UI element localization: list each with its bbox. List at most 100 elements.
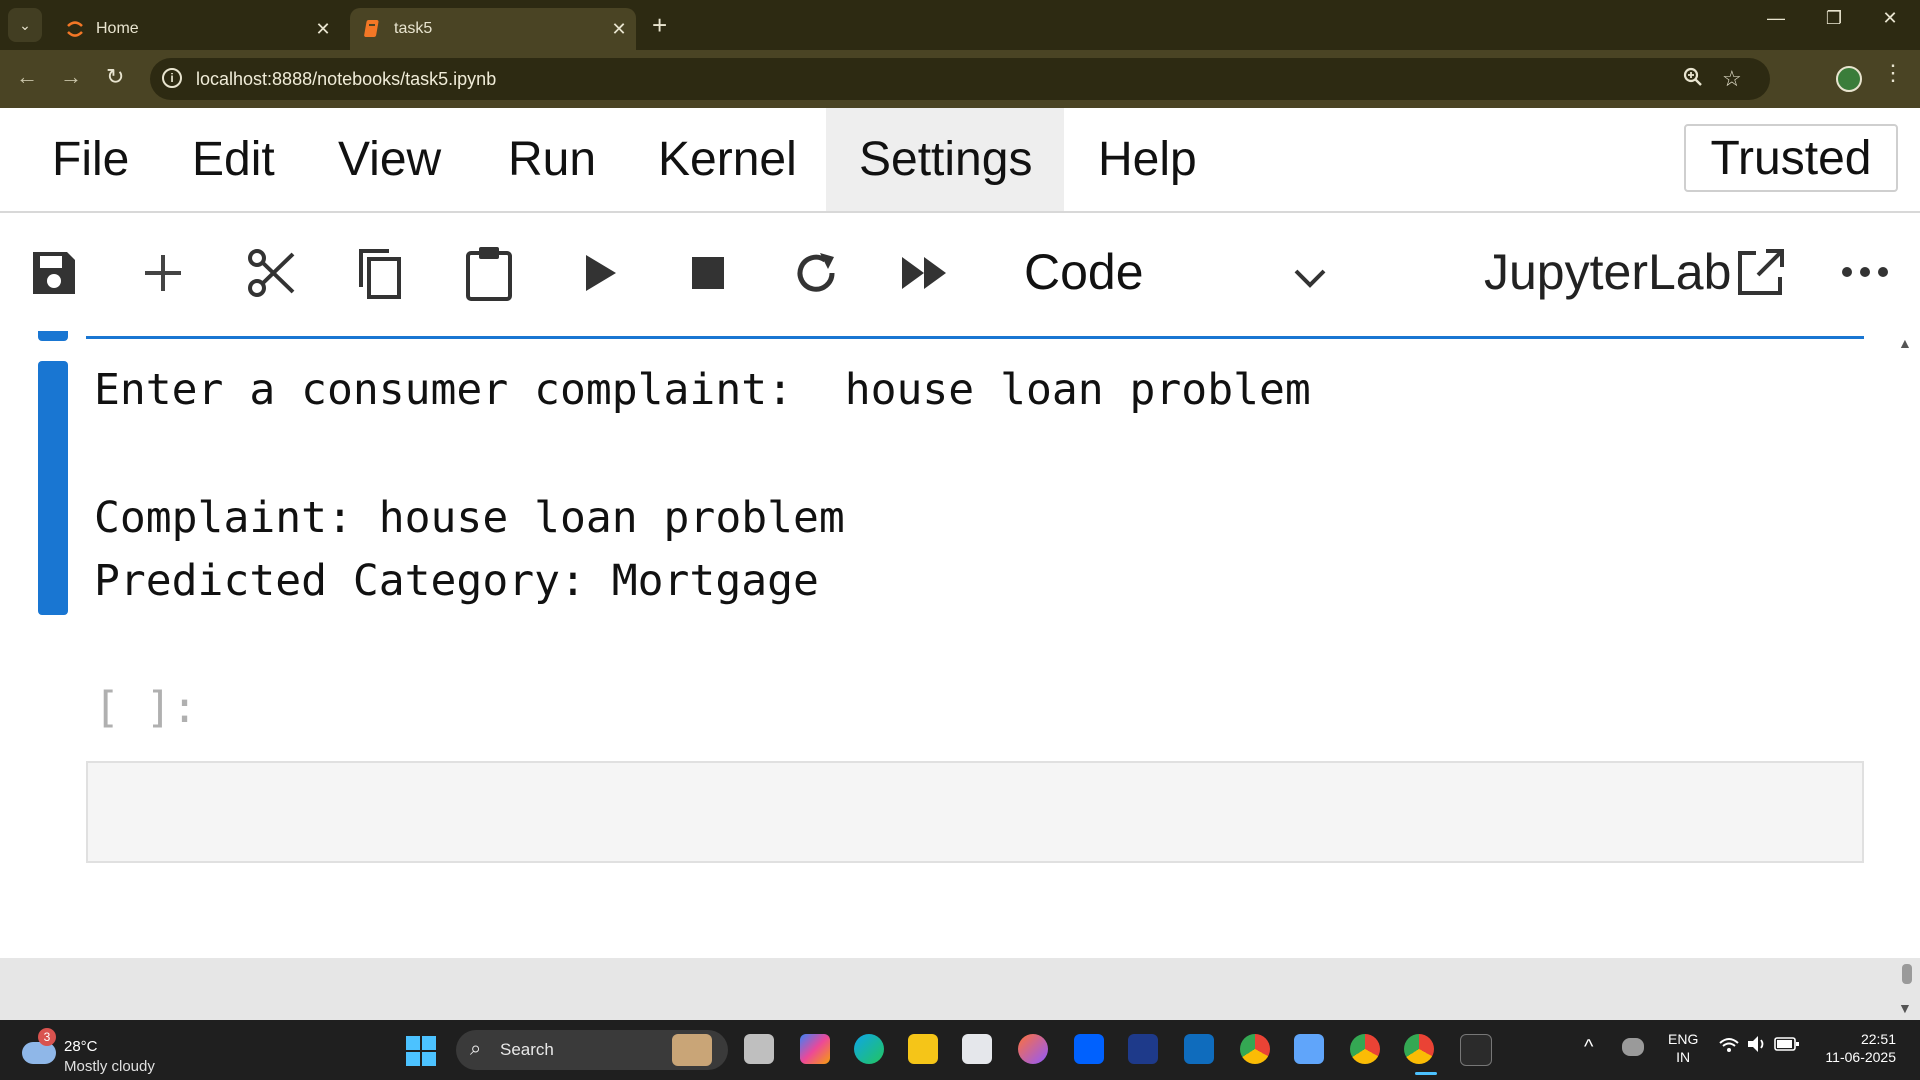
close-icon[interactable]: ✕	[306, 19, 340, 40]
zoom-icon[interactable]	[1682, 66, 1704, 94]
address-bar-row: ← → ↻ i localhost:8888/notebooks/task5.i…	[0, 50, 1920, 108]
new-tab-button[interactable]: +	[652, 10, 667, 41]
minimize-icon: —	[1767, 8, 1785, 28]
scissors-icon	[248, 249, 295, 297]
outlook-icon[interactable]	[1184, 1034, 1214, 1064]
more-options-icon[interactable]	[1840, 265, 1890, 284]
start-button[interactable]	[406, 1036, 436, 1066]
clock-date: 11-06-2025	[1825, 1049, 1896, 1065]
url-text[interactable]: localhost:8888/notebooks/task5.ipynb	[196, 69, 496, 90]
menu-edit[interactable]: Edit	[172, 108, 295, 211]
menu-run[interactable]: Run	[488, 108, 616, 211]
menu-view[interactable]: View	[318, 108, 461, 211]
restart-button[interactable]	[786, 243, 846, 303]
volume-icon[interactable]	[1746, 1034, 1768, 1059]
cut-button[interactable]	[242, 243, 302, 303]
stop-icon	[692, 257, 724, 289]
onedrive-icon[interactable]	[1622, 1038, 1644, 1056]
jupyter-icon	[64, 18, 86, 40]
windows-taskbar: 3 28°C Mostly cloudy ⌕ Search ^ ENG IN 2…	[0, 1020, 1920, 1080]
file-explorer-icon[interactable]	[908, 1034, 938, 1064]
system-clock[interactable]: 22:51 11-06-2025	[1812, 1030, 1896, 1066]
minimize-button[interactable]: —	[1756, 8, 1796, 29]
tab-title: task5	[394, 20, 433, 37]
menu-kernel[interactable]: Kernel	[638, 108, 817, 211]
menu-help[interactable]: Help	[1078, 108, 1217, 211]
notebook-icon	[362, 18, 384, 40]
windows-icon	[406, 1036, 420, 1050]
search-highlight-image	[672, 1034, 712, 1066]
edge-icon[interactable]	[854, 1034, 884, 1064]
notebook-menubar: File Edit View Run Kernel Settings Help …	[0, 108, 1920, 213]
trusted-indicator[interactable]: Trusted	[1684, 124, 1898, 192]
save-button[interactable]	[24, 243, 84, 303]
notepad-icon[interactable]	[1294, 1034, 1324, 1064]
output-collapser[interactable]	[38, 361, 68, 615]
notebook-toolbar: Code JupyterLab	[0, 213, 1920, 332]
url-bar[interactable]: i localhost:8888/notebooks/task5.ipynb ☆	[150, 58, 1770, 100]
reload-icon[interactable]: ↻	[106, 64, 124, 90]
tab-home[interactable]: Home ✕	[52, 8, 340, 50]
store-icon[interactable]	[962, 1034, 992, 1064]
cell-type-select[interactable]: Code	[1024, 243, 1144, 301]
tab-list-button[interactable]: ⌄	[8, 8, 42, 42]
chevron-down-icon[interactable]	[1290, 265, 1330, 294]
dropbox-icon[interactable]	[1074, 1034, 1104, 1064]
wifi-icon[interactable]	[1718, 1036, 1740, 1059]
code-cell-input[interactable]	[86, 761, 1864, 863]
run-button[interactable]	[570, 243, 630, 303]
search-label: Search	[500, 1040, 554, 1059]
save-icon	[33, 252, 75, 294]
weather-badge: 3	[38, 1028, 56, 1046]
lang-primary: ENG	[1668, 1031, 1699, 1047]
back-icon[interactable]: ←	[16, 64, 38, 90]
task-view-icon[interactable]	[744, 1034, 774, 1064]
restore-button[interactable]: ❐	[1814, 8, 1854, 29]
scroll-up-icon[interactable]: ▲	[1898, 335, 1912, 351]
plus-icon: +	[652, 10, 668, 40]
copy-button[interactable]	[350, 243, 410, 303]
browser-menu-icon[interactable]: ⋮	[1882, 60, 1904, 86]
external-link-icon[interactable]	[1734, 245, 1788, 304]
interrupt-button[interactable]	[678, 243, 738, 303]
refresh-icon	[797, 253, 835, 292]
vpn-icon[interactable]	[1128, 1034, 1158, 1064]
cloud-icon	[22, 1042, 56, 1064]
battery-icon[interactable]	[1774, 1036, 1800, 1057]
tab-task5[interactable]: task5 ✕	[350, 8, 636, 50]
menu-file[interactable]: File	[32, 108, 149, 211]
scroll-down-icon[interactable]: ▼	[1898, 1000, 1912, 1016]
chrome-icon[interactable]	[1240, 1034, 1270, 1064]
site-info-icon[interactable]: i	[162, 68, 182, 88]
terminal-icon[interactable]	[1460, 1034, 1492, 1066]
lang-secondary: IN	[1676, 1049, 1691, 1065]
cell-prompt: [ ]:	[94, 683, 198, 733]
clipboard-icon	[466, 247, 512, 301]
windows-icon-pane	[422, 1036, 436, 1050]
close-icon: ✕	[1882, 8, 1898, 28]
close-window-button[interactable]: ✕	[1870, 8, 1910, 29]
scrollbar-thumb[interactable]	[1902, 964, 1912, 984]
chrome-active-icon[interactable]	[1404, 1034, 1434, 1064]
language-indicator[interactable]: ENG IN	[1668, 1030, 1698, 1066]
bookmark-star-icon[interactable]: ☆	[1722, 66, 1742, 92]
tray-overflow-icon[interactable]: ^	[1584, 1036, 1593, 1059]
chevron-down-icon: ⌄	[19, 16, 31, 33]
page-bottom-area	[0, 958, 1920, 1020]
paste-button[interactable]	[459, 243, 519, 303]
copilot-icon[interactable]	[800, 1034, 830, 1064]
close-icon[interactable]: ✕	[602, 19, 636, 40]
weather-temp: 28°C	[64, 1038, 98, 1055]
open-jupyterlab-button[interactable]: JupyterLab	[1484, 243, 1731, 301]
insert-cell-button[interactable]	[133, 243, 193, 303]
taskbar-search[interactable]: ⌕ Search	[456, 1030, 728, 1070]
chrome-profile-icon[interactable]	[1350, 1034, 1380, 1064]
windows-icon-pane	[422, 1052, 436, 1066]
profile-avatar[interactable]	[1836, 66, 1862, 92]
forward-icon[interactable]: →	[60, 64, 82, 90]
output-line-complaint: Complaint: house loan problem	[94, 493, 845, 543]
previous-cell-collapser[interactable]	[38, 331, 68, 341]
restart-run-all-button[interactable]	[895, 243, 955, 303]
firefox-icon[interactable]	[1018, 1034, 1048, 1064]
menu-settings[interactable]: Settings	[826, 108, 1064, 211]
